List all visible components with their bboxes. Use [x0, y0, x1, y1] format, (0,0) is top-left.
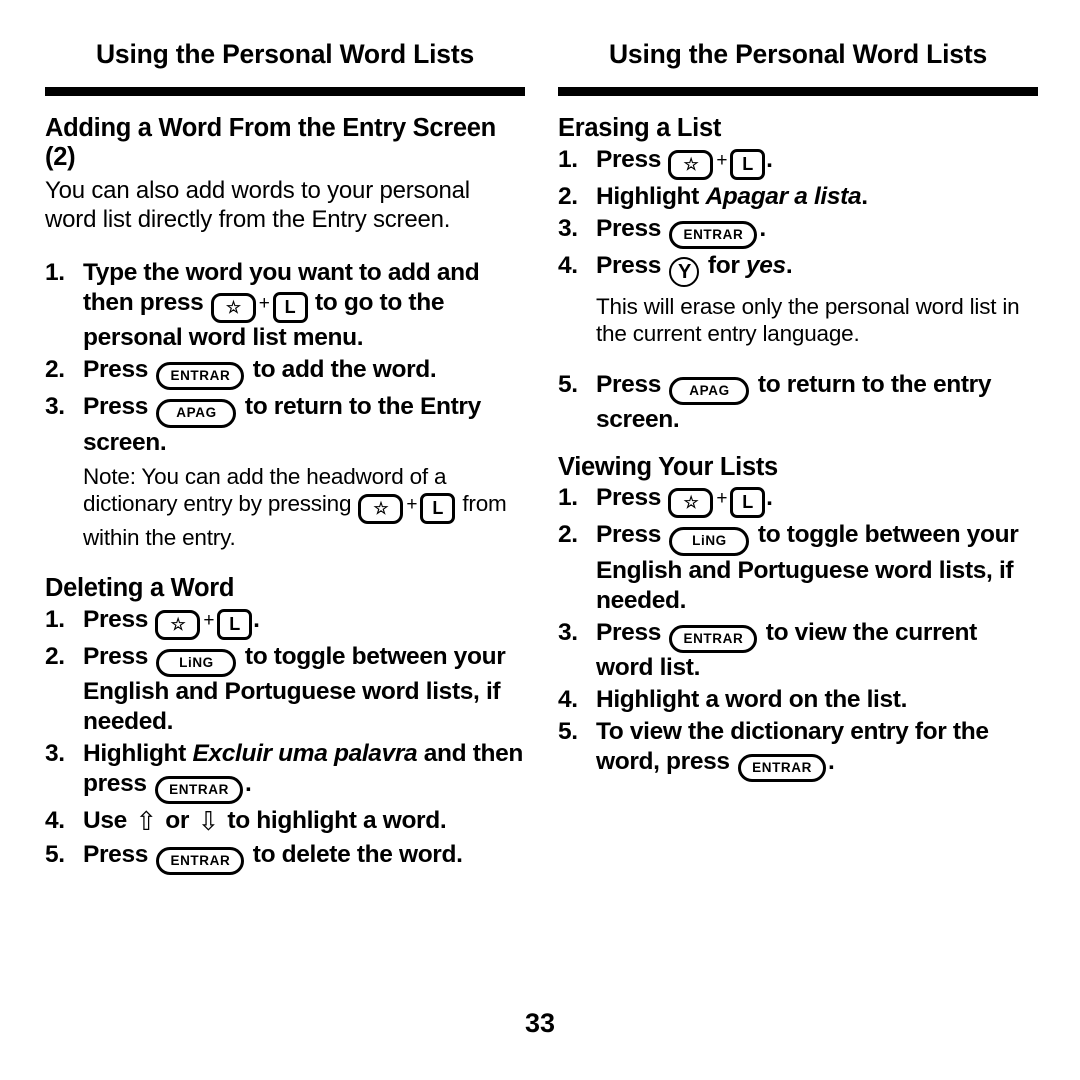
emphasis-text: Excluir uma palavra [192, 739, 418, 767]
step-number: 3. [45, 739, 65, 767]
key-star-icon: ☆ [668, 149, 714, 180]
page-number: 33 [524, 1008, 556, 1038]
manual-page: Using the Personal Word Lists Adding a W… [0, 0, 1080, 1080]
section-heading-viewing-your-lists: Viewing Your Lists [558, 452, 778, 481]
step-item: 5. Press ENTRAR to delete the word. [45, 840, 525, 876]
key-y-icon: Y [669, 257, 700, 288]
step-number: 2. [558, 182, 578, 210]
arrow-up-icon: ⇧ [135, 806, 157, 837]
step-item: 1. Type the word you want to add and then… [45, 258, 480, 351]
steps-erasing-a-list: 1. Press ☆ + L. 2. Highlight Apagar a lista. 3… [558, 145, 1038, 288]
step-number: 1. [45, 605, 65, 633]
step-item: 4. Highlight a word on the list. [558, 686, 908, 714]
plus-sign: + [406, 494, 418, 516]
step-item: 1. Press ☆ + L. [45, 605, 525, 640]
steps-adding-a-word: 1. Type the word you want to add and then… [45, 258, 525, 458]
key-l-icon: L [272, 291, 308, 323]
step-number: 1. [558, 484, 578, 512]
key-ling-icon: LiNG [156, 648, 237, 678]
header-rule-right [558, 87, 1038, 97]
step-number: 3. [558, 214, 578, 242]
step-item: 5. Press APAG to return to the entry scre… [558, 370, 992, 434]
step-item: 5. To view the dictionary entry for the w… [558, 717, 1038, 783]
step-item: 1. Press ☆ + L. [558, 145, 1038, 180]
step-number: 1. [45, 258, 65, 286]
key-entrar-icon: ENTRAR [669, 624, 758, 654]
note-adding-a-word: Note: You can add the headword of a dict… [83, 464, 507, 551]
steps-deleting-a-word: 1. Press ☆ + L. 2. Press LiNG to toggle betwe… [45, 605, 525, 876]
step-number: 5. [45, 840, 65, 868]
key-star-icon: ☆ [358, 494, 404, 525]
key-star-icon: ☆ [210, 292, 256, 323]
key-entrar-icon: ENTRAR [155, 775, 243, 805]
step-item: 4. Use ⇧ or ⇩ to highlight a word. [45, 806, 447, 837]
plus-sign: + [203, 609, 215, 631]
step-number: 5. [558, 370, 578, 398]
steps-erasing-a-list-continued: 5. Press APAG to return to the entry scre… [558, 370, 1038, 435]
key-entrar-icon: ENTRAR [156, 846, 245, 876]
header-rule-left [45, 87, 525, 97]
step-number: 4. [45, 807, 65, 835]
plus-sign: + [258, 292, 270, 314]
key-l-icon: L [730, 487, 766, 519]
left-column: Using the Personal Word Lists Adding a W… [45, 0, 525, 1080]
section-intro-adding-a-word: You can also add words to your personal … [45, 177, 470, 233]
step-item: 4. Press Y for yes. [558, 251, 1038, 288]
key-entrar-icon: ENTRAR [738, 753, 826, 783]
step-item: 3. Highlight Excluir uma palavra and then… [45, 739, 525, 805]
step-number: 1. [558, 145, 578, 173]
running-head-right: Using the Personal Word Lists [608, 39, 988, 69]
note-erasing-a-list: This will erase only the personal word l… [596, 294, 1020, 347]
step-item: 3. Press APAG to return to the Entry scre… [45, 393, 481, 456]
emphasis-text: Apagar a lista [705, 182, 862, 210]
step-item: 3. Press ENTRAR. [558, 214, 1038, 250]
step-number: 3. [558, 618, 578, 646]
step-item: 2. Press ENTRAR to add the word. [45, 355, 525, 391]
right-column: Using the Personal Word Lists Erasing a … [558, 0, 1038, 1080]
emphasis-text: yes [746, 252, 786, 280]
key-star-icon: ☆ [668, 488, 714, 519]
step-number: 3. [45, 393, 65, 421]
key-l-icon: L [217, 608, 253, 640]
step-item: 2. Press LiNG to toggle between your Engl… [558, 521, 1019, 614]
section-heading-erasing-a-list: Erasing a List [558, 114, 722, 143]
key-apag-icon: APAG [669, 376, 750, 406]
section-heading-deleting-a-word: Deleting a Word [45, 573, 235, 602]
step-number: 4. [558, 252, 578, 280]
arrow-down-icon: ⇩ [197, 806, 220, 837]
step-item: 2. Highlight Apagar a lista. [558, 182, 868, 210]
plus-sign: + [716, 488, 728, 510]
step-item: 1. Press ☆ + L. [558, 483, 1038, 519]
step-number: 4. [558, 686, 578, 714]
key-l-icon: L [730, 148, 766, 180]
steps-viewing-your-lists: 1. Press ☆ + L. 2. Press LiNG to toggle betwe… [558, 483, 1038, 783]
key-ling-icon: LiNG [669, 527, 750, 556]
running-head-left: Using the Personal Word Lists [95, 39, 475, 69]
step-number: 5. [558, 717, 578, 745]
step-number: 2. [45, 355, 65, 383]
key-entrar-icon: ENTRAR [156, 361, 245, 391]
step-number: 2. [558, 521, 578, 549]
plus-sign: + [716, 149, 728, 171]
key-l-icon: L [420, 493, 456, 525]
section-heading-adding-a-word: Adding a Word From the Entry Screen (2) [45, 114, 496, 171]
step-item: 3. Press ENTRAR to view the current word … [558, 618, 977, 682]
key-apag-icon: APAG [156, 399, 237, 428]
key-star-icon: ☆ [155, 609, 201, 640]
step-item: 2. Press LiNG to toggle between your Engl… [45, 642, 506, 735]
step-number: 2. [45, 642, 65, 670]
key-entrar-icon: ENTRAR [669, 220, 758, 250]
